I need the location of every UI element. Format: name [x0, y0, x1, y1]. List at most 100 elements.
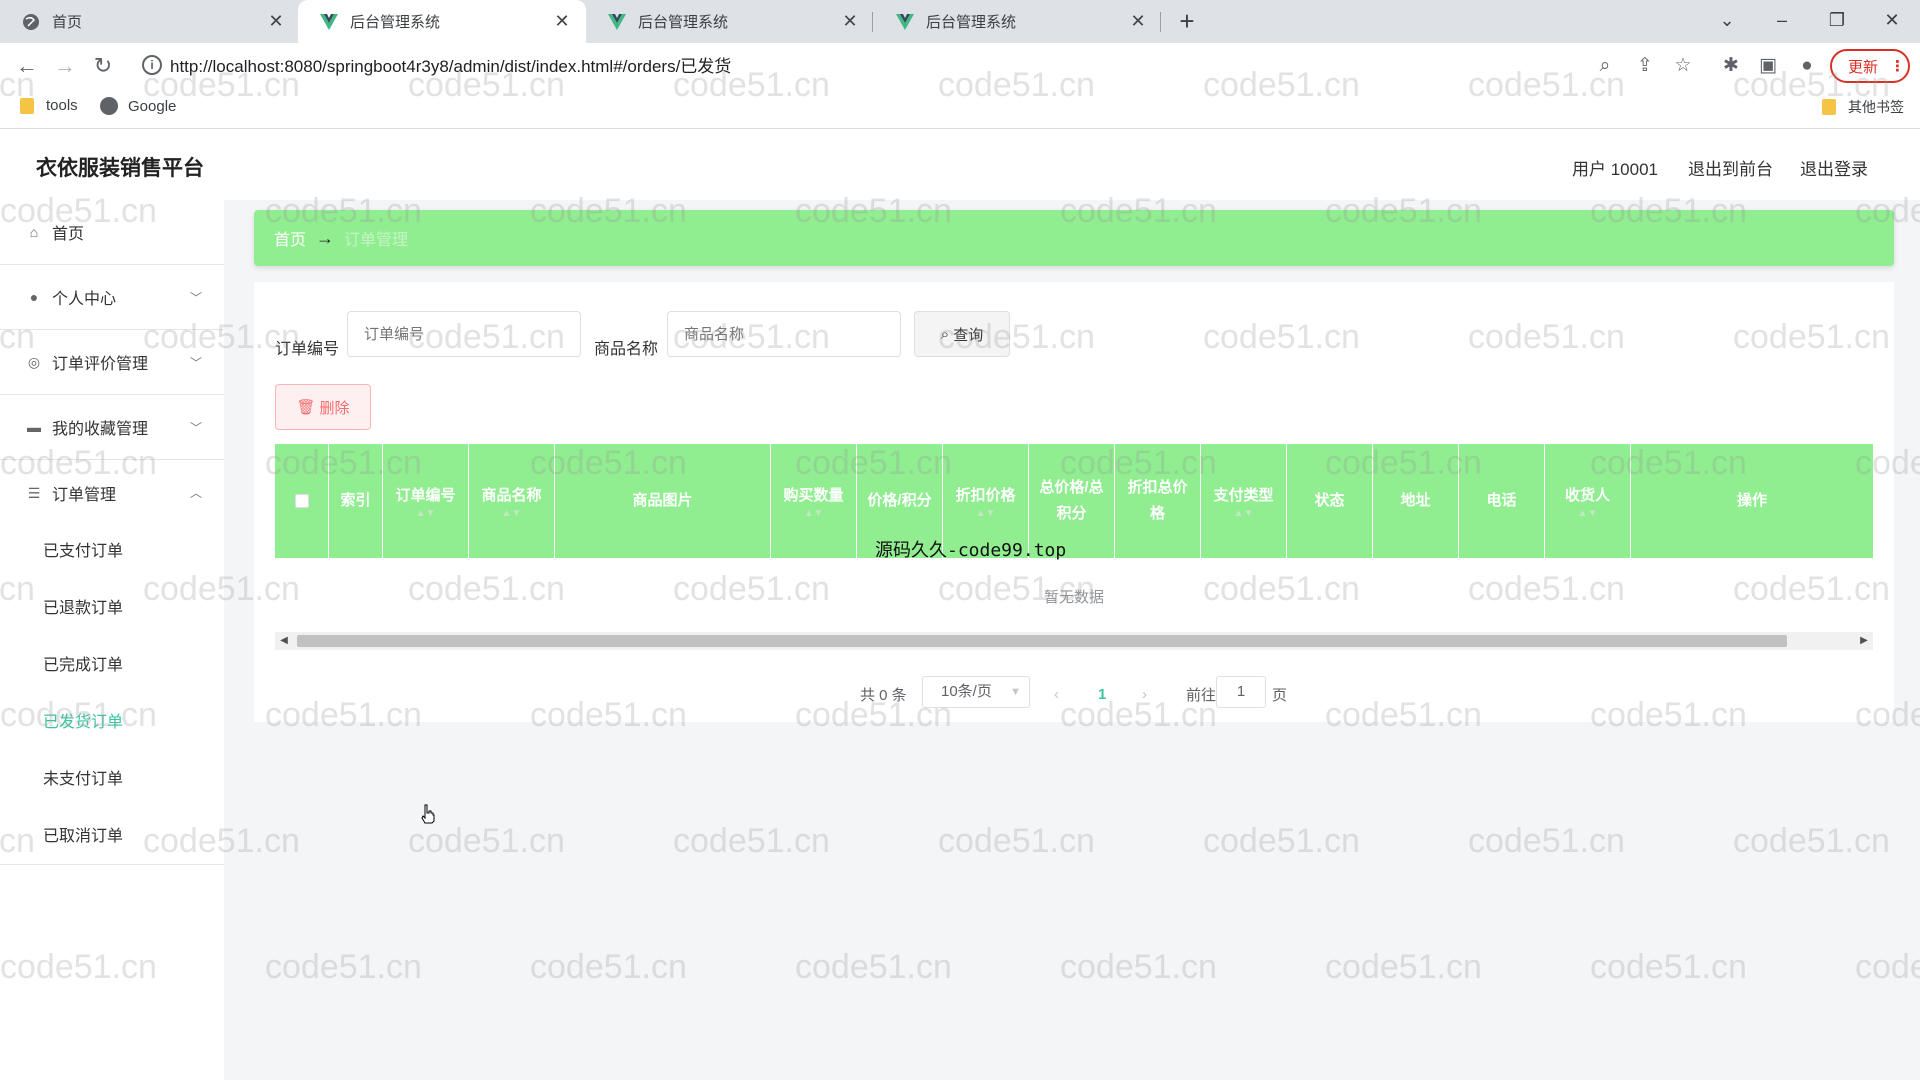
close-icon[interactable]: ✕: [840, 11, 860, 32]
minimize-icon[interactable]: –: [1762, 4, 1802, 36]
delete-label: 删除: [319, 399, 350, 417]
column-label: 商品名称: [481, 487, 542, 504]
submenu-label: 未支付订单: [43, 770, 124, 788]
reload-icon[interactable]: ↻: [88, 51, 118, 81]
bookmark-google[interactable]: Google: [100, 97, 176, 115]
sidebar-item-label: 订单评价管理: [52, 356, 149, 373]
tab-title: 后台管理系统: [926, 14, 1017, 31]
site-info-icon[interactable]: i: [142, 55, 162, 75]
other-bookmarks[interactable]: 其他书签: [1822, 97, 1904, 117]
window-close-icon[interactable]: ✕: [1872, 4, 1912, 36]
arrow-right-icon: →: [316, 227, 335, 248]
order-no-label: 订单编号: [275, 341, 340, 358]
sidebar-item-home[interactable]: ⌂ 首页: [0, 200, 224, 265]
close-icon[interactable]: ✕: [266, 11, 286, 32]
chevron-down-icon: ▼: [1010, 686, 1021, 698]
select-all-checkbox[interactable]: [275, 444, 329, 558]
sidebar-item-reviews[interactable]: ◎ 订单评价管理 ﹀: [0, 330, 224, 395]
browser-tab[interactable]: 后台管理系统 ✕: [874, 0, 1162, 43]
breadcrumb-home[interactable]: 首页: [274, 226, 306, 250]
submenu-cancelled-orders[interactable]: 已取消订单: [0, 805, 224, 862]
submenu-shipped-orders[interactable]: 已发货订单: [0, 691, 224, 748]
tab-separator: [872, 12, 873, 32]
profile-icon[interactable]: ●: [1794, 53, 1820, 79]
tab-title: 后台管理系统: [638, 14, 729, 31]
logout-link[interactable]: 退出登录: [1800, 155, 1868, 180]
monitor-icon: ▬: [27, 419, 41, 435]
tab-search-icon[interactable]: ⌄: [1707, 4, 1747, 36]
sidebar-item-favorites[interactable]: ▬ 我的收藏管理 ﹀: [0, 395, 224, 460]
share-icon[interactable]: ⇪: [1632, 53, 1658, 79]
browser-tab[interactable]: 首页 ✕: [0, 0, 300, 43]
to-front-link[interactable]: 退出到前台: [1688, 155, 1773, 180]
zoom-icon[interactable]: ⌕: [1592, 53, 1618, 79]
order-no-input[interactable]: [347, 311, 581, 357]
vue-icon: [896, 13, 914, 31]
restore-icon[interactable]: ❐: [1817, 4, 1857, 36]
submenu-completed-orders[interactable]: 已完成订单: [0, 634, 224, 691]
divider: [0, 864, 224, 865]
product-name-input[interactable]: [667, 311, 901, 357]
side-panel-icon[interactable]: ▣: [1755, 53, 1781, 79]
more-icon: ⋮: [1890, 58, 1906, 75]
extensions-icon[interactable]: ✱: [1718, 53, 1744, 79]
scroll-thumb[interactable]: [297, 635, 1787, 647]
scroll-right-icon[interactable]: ▶: [1855, 632, 1873, 650]
chevron-up-icon: ︿: [189, 486, 202, 500]
next-page-icon[interactable]: ›: [1142, 678, 1147, 710]
page: 衣依服装销售平台 用户 10001 退出到前台 退出登录 ⌂ 首页 ● 个人中心…: [0, 130, 1920, 1080]
horizontal-scrollbar[interactable]: ◀ ▶: [275, 632, 1873, 650]
overlay-text: 源码久久-code99.top: [875, 540, 1067, 561]
sidebar-item-personal[interactable]: ● 个人中心 ﹀: [0, 265, 224, 330]
browser-tab-active[interactable]: 后台管理系统 ✕: [298, 0, 586, 43]
url-field[interactable]: http://localhost:8080/springboot4r3y8/ad…: [170, 52, 731, 77]
submenu-unpaid-orders[interactable]: 未支付订单: [0, 748, 224, 805]
column-header[interactable]: 折扣总价格: [1115, 444, 1201, 558]
bookmark-tools[interactable]: tools: [20, 97, 78, 114]
sidebar-item-label: 订单管理: [52, 486, 117, 504]
page-number-current[interactable]: 1: [1098, 678, 1106, 710]
sliders-icon: ☰: [27, 484, 41, 501]
browser-tab[interactable]: 后台管理系统 ✕: [586, 0, 874, 43]
orders-panel: 订单编号 商品名称 ⌕ 查询 🗑 删除 索引 订单编号 ▲▼ 商品名称 ▲▼ 商品图…: [254, 282, 1894, 722]
column-header[interactable]: 状态: [1287, 444, 1373, 558]
column-label: 支付类型: [1213, 487, 1274, 504]
close-icon[interactable]: ✕: [552, 11, 572, 32]
column-header[interactable]: 支付类型 ▲▼: [1201, 444, 1287, 558]
goto-page-input[interactable]: 1: [1216, 676, 1266, 708]
forward-icon[interactable]: →: [50, 51, 80, 81]
star-icon[interactable]: ☆: [1670, 53, 1696, 79]
column-label: 总价格/总积分: [1039, 479, 1104, 522]
tab-title: 后台管理系统: [350, 14, 441, 31]
column-header[interactable]: 收货人 ▲▼: [1545, 444, 1631, 558]
column-label: 电话: [1486, 492, 1517, 509]
scroll-left-icon[interactable]: ◀: [275, 632, 293, 650]
checkbox-icon: [294, 494, 309, 508]
vue-icon: [608, 13, 626, 31]
folder-icon: [20, 97, 34, 114]
new-tab-icon[interactable]: +: [1172, 6, 1202, 37]
column-header[interactable]: 电话: [1459, 444, 1545, 558]
column-header[interactable]: 地址: [1373, 444, 1459, 558]
chevron-down-icon: ﹀: [189, 355, 202, 370]
back-icon[interactable]: ←: [12, 51, 42, 81]
submenu-paid-orders[interactable]: 已支付订单: [0, 520, 224, 577]
close-icon[interactable]: ✕: [1128, 11, 1148, 32]
column-header[interactable]: 商品名称 ▲▼: [469, 444, 555, 558]
update-button[interactable]: 更新 ⋮: [1830, 49, 1910, 83]
delete-button[interactable]: 🗑 删除: [275, 384, 371, 430]
query-button[interactable]: ⌕ 查询: [914, 311, 1010, 357]
prev-page-icon[interactable]: ‹: [1054, 678, 1059, 710]
sort-icon: ▲▼: [415, 508, 436, 519]
bookmark-label: Google: [128, 97, 177, 115]
breadcrumb-current: 订单管理: [344, 232, 409, 249]
sidebar-item-orders[interactable]: ☰ 订单管理 ︿: [0, 460, 224, 525]
submenu-label: 已支付订单: [43, 542, 124, 560]
page-size-select[interactable]: 10条/页 ▼: [922, 676, 1030, 708]
column-label: 地址: [1400, 492, 1431, 509]
submenu-refunded-orders[interactable]: 已退款订单: [0, 577, 224, 634]
column-header[interactable]: 订单编号 ▲▼: [383, 444, 469, 558]
column-header[interactable]: 商品图片: [555, 444, 771, 558]
breadcrumb: 首页 → 订单管理: [254, 210, 1894, 266]
column-header[interactable]: 购买数量 ▲▼: [771, 444, 857, 558]
